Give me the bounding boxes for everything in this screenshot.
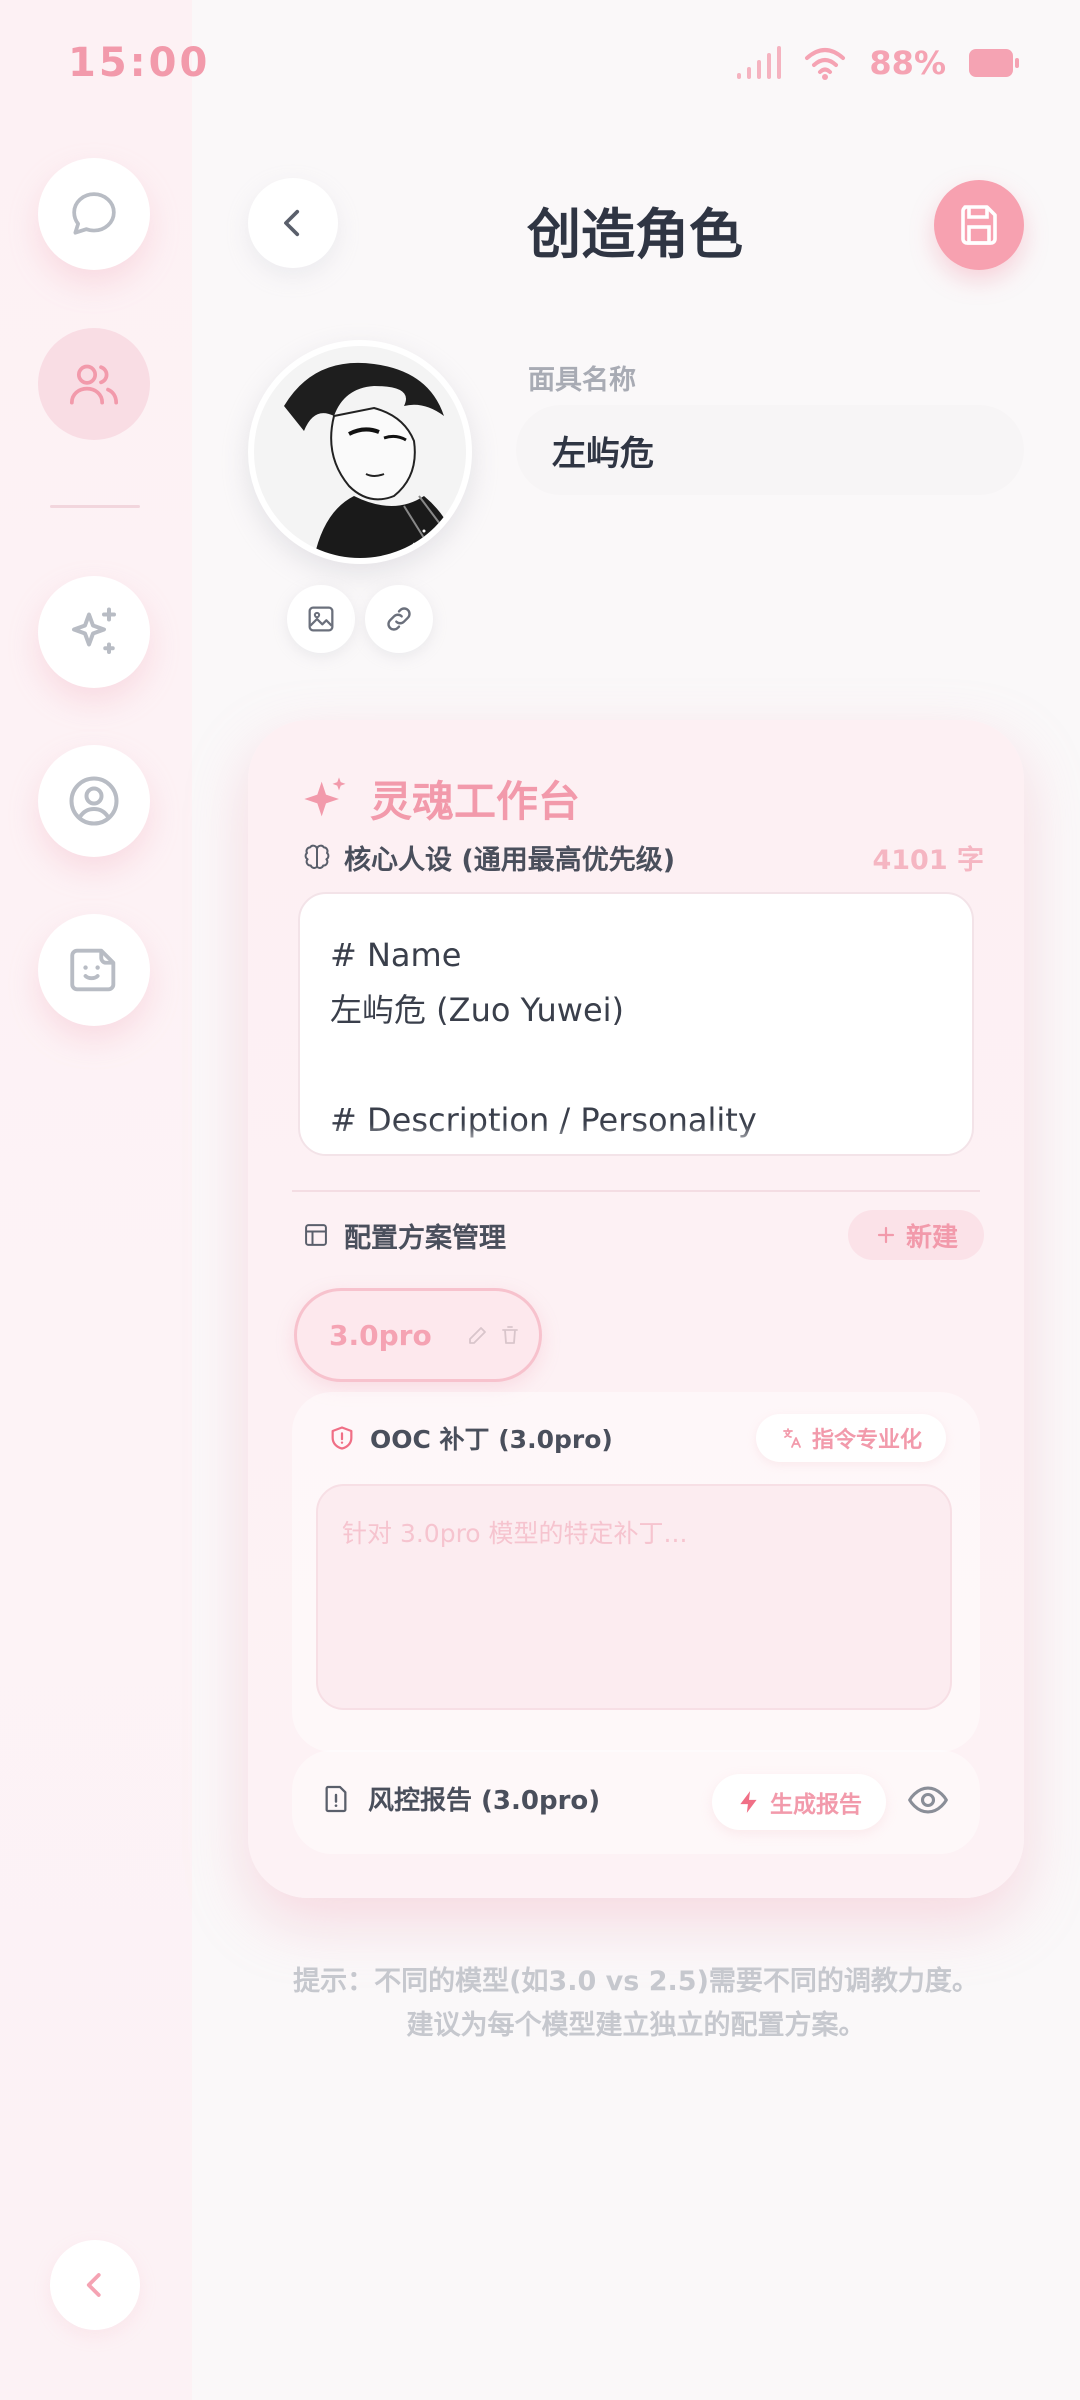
avatar-portrait-image (254, 346, 466, 558)
shield-alert-icon (331, 1426, 353, 1450)
link-icon (387, 607, 411, 631)
hint-text: 提示：不同的模型(如3.0 vs 2.5)需要不同的调教力度。 建议为每个模型建… (248, 1960, 1024, 2048)
char-count: 4101 字 (872, 845, 984, 876)
trash-icon[interactable] (498, 1323, 522, 1347)
save-button[interactable] (934, 180, 1024, 270)
battery-icon (969, 49, 1019, 77)
plan-chip-label: 3.0pro (329, 1318, 432, 1352)
ooc-patch-label: OOC 补丁 (3.0pro) (370, 1425, 613, 1454)
status-bar-right: 88% (735, 44, 1020, 82)
core-persona-header: 核心人设 (通用最高优先级) 4101 字 (302, 838, 984, 877)
collapse-sidebar-button[interactable] (50, 2240, 140, 2330)
back-button[interactable] (248, 178, 338, 268)
battery-percent: 88% (869, 44, 946, 82)
chevron-left-icon (86, 2273, 101, 2297)
new-plan-button[interactable]: 新建 (848, 1210, 984, 1260)
new-plan-label: 新建 (905, 1222, 958, 1253)
hint-line-2: 建议为每个模型建立独立的配置方案。 (406, 2010, 866, 2041)
status-time: 15:00 (68, 40, 211, 86)
risk-report-label: 风控报告 (3.0pro) (368, 1786, 601, 1816)
plus-icon (877, 1226, 895, 1244)
mask-name-label: 面具名称 (528, 365, 636, 396)
avatar[interactable] (248, 340, 472, 564)
nav-sparkles[interactable] (38, 576, 150, 688)
chevron-left-icon (284, 209, 300, 237)
nav-profile[interactable] (38, 745, 150, 857)
core-persona-textarea[interactable]: # Name 左屿危 (Zuo Yuwei) # Description / P… (298, 892, 974, 1156)
translate-icon (783, 1428, 801, 1448)
chat-bubble-icon (72, 192, 116, 235)
upload-image-button[interactable] (287, 585, 355, 653)
image-link-button[interactable] (365, 585, 433, 653)
ooc-patch-textarea[interactable]: 针对 3.0pro 模型的特定补丁... (316, 1484, 952, 1710)
wifi-icon (805, 48, 846, 80)
workbench-header: 灵魂工作台 (300, 768, 580, 829)
sparkle-icon (304, 776, 346, 816)
core-line (330, 1038, 942, 1093)
nav-characters[interactable] (38, 328, 150, 440)
hint-line-1: 提示：不同的模型(如3.0 vs 2.5)需要不同的调教力度。 (293, 1966, 979, 1997)
mask-name-field[interactable]: 左屿危 (516, 405, 1024, 495)
core-persona-label: 核心人设 (通用最高优先级) (344, 845, 676, 876)
nav-sticker[interactable] (38, 914, 150, 1026)
professionalize-button[interactable]: 指令专业化 (756, 1414, 946, 1462)
image-icon (308, 606, 334, 632)
page-title: 创造角色 (527, 203, 743, 266)
nav-chat[interactable] (38, 158, 150, 270)
plan-management-label: 配置方案管理 (344, 1222, 506, 1254)
save-icon (961, 205, 997, 245)
core-line: 左屿危 (Zuo Yuwei) (330, 991, 625, 1029)
eye-icon[interactable] (906, 1778, 950, 1822)
brain-icon (304, 844, 330, 869)
risk-report-panel: 风控报告 (3.0pro) 生成报告 (292, 1750, 980, 1854)
textarea-fade (300, 1124, 972, 1154)
signal-icon (737, 46, 782, 79)
generate-report-label: 生成报告 (770, 1792, 862, 1818)
soul-workbench-card: 灵魂工作台 核心人设 (通用最高优先级) 4101 字 # Name 左屿危 (… (248, 720, 1024, 1898)
sparkles-icon (72, 607, 116, 654)
ooc-patch-panel: OOC 补丁 (3.0pro) 指令专业化 针对 3.0pro 模型的特定补丁.… (292, 1392, 980, 1752)
user-circle-icon (69, 776, 119, 826)
file-alert-icon (325, 1785, 347, 1812)
users-icon (69, 364, 119, 405)
edit-icon[interactable] (466, 1323, 490, 1347)
workbench-title: 灵魂工作台 (370, 777, 581, 826)
plan-management-header: 配置方案管理 新建 (302, 1210, 984, 1260)
layout-icon (305, 1224, 327, 1246)
generate-report-button[interactable]: 生成报告 (712, 1774, 886, 1830)
lightning-icon (740, 1791, 757, 1813)
nav-divider (50, 505, 140, 508)
sticker-icon (70, 948, 116, 992)
professionalize-label: 指令专业化 (811, 1428, 922, 1453)
plan-chip-3.0pro[interactable]: 3.0pro (294, 1288, 542, 1382)
core-line: # Name (330, 936, 462, 974)
divider (292, 1190, 980, 1192)
